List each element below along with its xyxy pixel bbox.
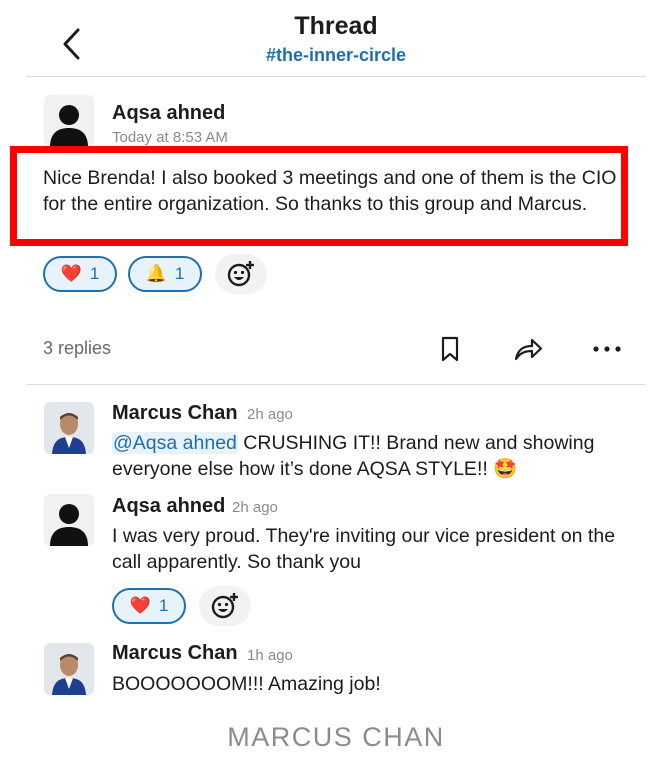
message-author[interactable]: Aqsa ahned bbox=[112, 495, 225, 518]
watermark: MARCUS CHAN bbox=[227, 722, 445, 752]
reaction-heart[interactable]: ❤️ 1 bbox=[43, 256, 117, 292]
save-button[interactable] bbox=[436, 335, 464, 363]
reaction-count: 1 bbox=[89, 264, 100, 283]
more-options-button[interactable] bbox=[590, 335, 624, 363]
reaction-count: 1 bbox=[174, 264, 185, 283]
avatar[interactable] bbox=[44, 95, 94, 147]
message-body: Nice Brenda! I also booked 3 meetings an… bbox=[43, 167, 617, 215]
message-author[interactable]: Aqsa ahned bbox=[112, 102, 225, 125]
message-body: @Aqsa ahned CRUSHING IT!! Brand new and … bbox=[112, 430, 642, 482]
bell-icon: 🔔 bbox=[145, 264, 167, 283]
message-timestamp: 2h ago bbox=[232, 499, 278, 516]
add-reaction-button[interactable] bbox=[199, 586, 251, 626]
message-body: I was very proud. They're inviting our v… bbox=[112, 525, 616, 573]
profile-photo bbox=[44, 643, 94, 695]
add-reaction-button[interactable] bbox=[215, 254, 267, 294]
message-timestamp: 2h ago bbox=[247, 406, 293, 423]
share-arrow-icon bbox=[514, 338, 543, 361]
user-mention[interactable]: @Aqsa ahned bbox=[112, 432, 238, 454]
channel-link[interactable]: #the-inner-circle bbox=[0, 45, 672, 66]
more-dots-icon bbox=[593, 346, 621, 352]
page-title: Thread bbox=[294, 12, 378, 40]
replies-divider bbox=[26, 384, 646, 385]
message-author[interactable]: Marcus Chan bbox=[112, 642, 238, 665]
user-silhouette-icon bbox=[50, 504, 88, 546]
add-emoji-icon bbox=[227, 261, 254, 287]
heart-icon: ❤️ bbox=[60, 264, 82, 283]
avatar[interactable] bbox=[44, 494, 94, 546]
heart-icon: ❤️ bbox=[129, 596, 151, 615]
add-emoji-icon bbox=[211, 593, 238, 619]
message-timestamp: 1h ago bbox=[247, 647, 293, 664]
bookmark-icon bbox=[441, 336, 459, 362]
replies-count: 3 replies bbox=[43, 338, 112, 358]
user-silhouette-icon bbox=[50, 105, 88, 147]
message-timestamp: Today at 8:53 AM bbox=[112, 129, 228, 146]
profile-photo bbox=[44, 402, 94, 454]
avatar[interactable] bbox=[44, 402, 94, 454]
share-button[interactable] bbox=[511, 335, 545, 363]
reaction-count: 1 bbox=[158, 596, 169, 615]
reaction-bell[interactable]: 🔔 1 bbox=[128, 256, 202, 292]
header-divider bbox=[26, 76, 646, 77]
message-body: BOOOOOOOM!!! Amazing job! bbox=[112, 673, 381, 695]
avatar[interactable] bbox=[44, 643, 94, 695]
message-author[interactable]: Marcus Chan bbox=[112, 402, 238, 425]
reaction-heart[interactable]: ❤️ 1 bbox=[112, 588, 186, 624]
